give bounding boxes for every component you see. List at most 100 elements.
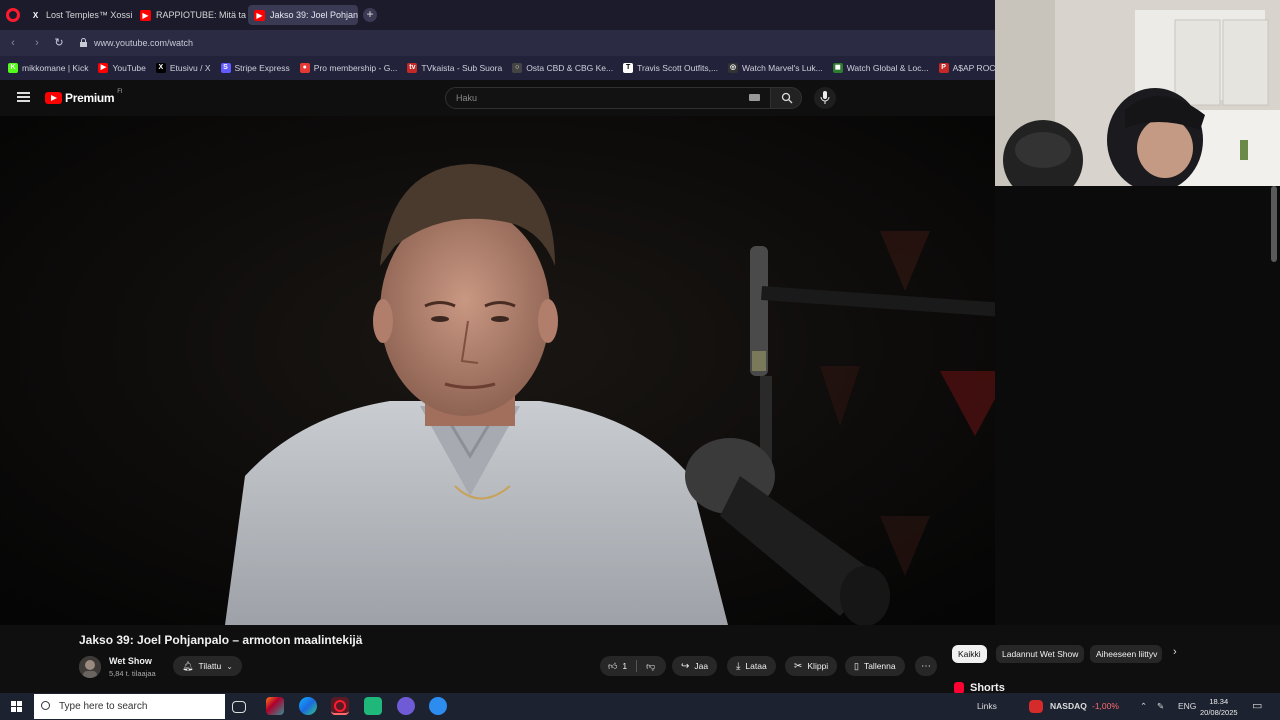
pen-icon[interactable]: ✎ [1157,693,1164,720]
bookmark-item[interactable]: Kmikkomane | Kick [8,63,88,73]
search-icon [781,92,793,104]
chevron-right-icon[interactable]: › [1173,646,1177,658]
youtube-icon: ▶ [254,9,265,21]
ticker-name[interactable]: NASDAQ [1050,693,1087,720]
tab-rappiotube[interactable]: ▶ RAPPIOTUBE: Mitä tapaht [134,5,246,25]
bookmark-item[interactable]: ◼ Watch Global & Loc... [832,63,929,73]
divider [636,660,638,672]
share-button[interactable]: ↪ Jaa [672,656,718,676]
bookmark-label: Travis Scott Outfits,... [637,63,719,73]
page-scrollbar[interactable] [1271,186,1277,262]
more-actions-button[interactable]: ⋯ [915,656,937,676]
bookmark-label: mikkomane | Kick [22,63,89,73]
discord-icon[interactable] [397,697,415,715]
bookmark-item[interactable]: PA$AP ROCKY x PU... [938,63,995,73]
bookmark-favicon-icon: tv [407,63,418,73]
bookmark-item[interactable]: ▶ YouTube [98,63,146,73]
clip-label: Klippi [807,661,829,671]
voice-search-button[interactable] [814,87,836,109]
bookmark-favicon-icon: X [155,63,166,73]
app-icon-green[interactable] [364,697,382,715]
thumbs-down-icon: 👎︎ [646,660,656,671]
taskbar-search-input[interactable]: Type here to search [34,694,225,719]
edge-icon[interactable] [299,697,317,715]
like-button[interactable]: 👍︎ 1 [608,661,627,672]
dislike-button[interactable]: 👎︎ [646,661,655,672]
clock[interactable]: 18.34 20/08/2025 [1200,696,1238,718]
bookmark-favicon-icon: K [8,63,18,73]
bookmark-label: Stripe Express [234,63,290,73]
bookmark-label: Etusivu / X [169,63,211,73]
bookmark-favicon-icon: ▶ [98,63,109,73]
save-button[interactable]: ▯ Tallenna [845,656,905,676]
reload-icon[interactable]: ↻ [52,36,66,50]
bookmark-item[interactable]: tv TVkaista - Sub Suora [407,63,502,73]
bookmark-item[interactable]: ○ Osta CBD & CBG Ke... [512,63,613,73]
bookmark-label: Osta CBD & CBG Ke... [526,63,614,73]
bookmarks-bar: Kmikkomane | Kick ▶ YouTube X Etusivu / X S St… [0,56,995,80]
task-view-icon[interactable] [232,701,246,713]
subscribed-button[interactable]: 🔔︎ Tilattu ⌄ [173,656,242,676]
clip-button[interactable]: ✂ Klippi [785,656,838,676]
opera-logo-icon[interactable] [6,8,20,22]
tab-lost-temples[interactable]: X Lost Temples™ Xossi: "Sor [24,5,132,25]
language-indicator[interactable]: ENG [1178,693,1196,720]
windows-start-icon[interactable] [11,701,22,712]
like-dislike-group: 👍︎ 1 👎︎ [600,656,666,676]
bookmark-favicon-icon: ◎ [728,63,739,73]
url-field[interactable]: www.youtube.com/watch [76,34,976,52]
url-text: www.youtube.com/watch [94,38,194,48]
menu-icon[interactable] [17,92,30,102]
bookmark-item[interactable]: X Etusivu / X [155,63,211,73]
notifications-icon[interactable]: ▭ [1252,693,1262,720]
tab-label: Lost Temples™ Xossi: "Sor [46,10,132,20]
bookmark-item[interactable]: ● Pro membership - G... [299,63,398,73]
bookmark-item[interactable]: T Travis Scott Outfits,... [623,63,718,73]
chevron-up-icon[interactable]: ⌃ [1140,693,1147,720]
webcam-overlay [995,0,1280,186]
app-icon-blue[interactable] [429,697,447,715]
forward-icon[interactable]: › [30,36,44,50]
chip-related[interactable]: Aiheeseen liittyv [1090,645,1162,663]
date: 20/08/2025 [1200,708,1238,717]
browser-tab-strip: X Lost Temples™ Xossi: "Sor ▶ RAPPIOTUBE… [0,0,995,30]
chip-uploaded-by[interactable]: Ladannut Wet Show [996,645,1085,663]
bell-icon: 🔔︎ [182,660,194,671]
youtube-logo[interactable]: Premium FI [45,89,123,105]
search-button[interactable] [770,87,802,109]
stock-chart-icon [1029,700,1043,713]
scissors-icon: ✂ [794,660,803,672]
video-player[interactable] [0,116,995,625]
channel-avatar[interactable] [79,656,101,678]
channel-name[interactable]: Wet Show [109,656,152,666]
keyboard-icon[interactable] [749,94,760,101]
opera-icon[interactable] [331,697,349,715]
download-button[interactable]: ⤓ Lataa [727,656,776,676]
bookmark-label: Pro membership - G... [313,63,398,73]
app-icon-colorful[interactable] [266,697,284,715]
share-icon: ↪ [681,660,690,672]
new-tab-button[interactable]: + [363,8,377,22]
video-frame [0,116,995,625]
tab-label: RAPPIOTUBE: Mitä tapaht [156,10,246,20]
search-input[interactable]: Haku [445,87,771,109]
chip-all[interactable]: Kaikki [952,645,987,663]
bookmark-item[interactable]: S Stripe Express [220,63,290,73]
bookmark-item[interactable]: ◎ Watch Marvel's Luk... [728,63,823,73]
address-bar: ‹ › ↻ www.youtube.com/watch [0,30,995,56]
tab-jakso-39[interactable]: ▶ Jakso 39: Joel Pohjanp [248,5,358,25]
search-placeholder: Haku [456,93,478,103]
links-label[interactable]: Links [977,693,997,720]
ticker-change: -1,00% [1092,701,1119,711]
video-title: Jakso 39: Joel Pohjanpalo – armoton maal… [79,633,363,647]
more-icon: ⋯ [921,660,931,672]
right-panel [995,186,1280,625]
like-count: 1 [622,661,628,671]
windows-taskbar: Type here to search Links NASDAQ -1,00% … [0,693,1280,720]
microphone-icon [820,91,830,104]
back-icon[interactable]: ‹ [6,36,20,50]
bookmark-favicon-icon: ◼ [832,63,843,73]
bookmark-label: TVkaista - Sub Suora [421,63,503,73]
bookmark-favicon-icon: ○ [512,63,523,73]
bookmark-label: Watch Marvel's Luk... [742,63,823,73]
